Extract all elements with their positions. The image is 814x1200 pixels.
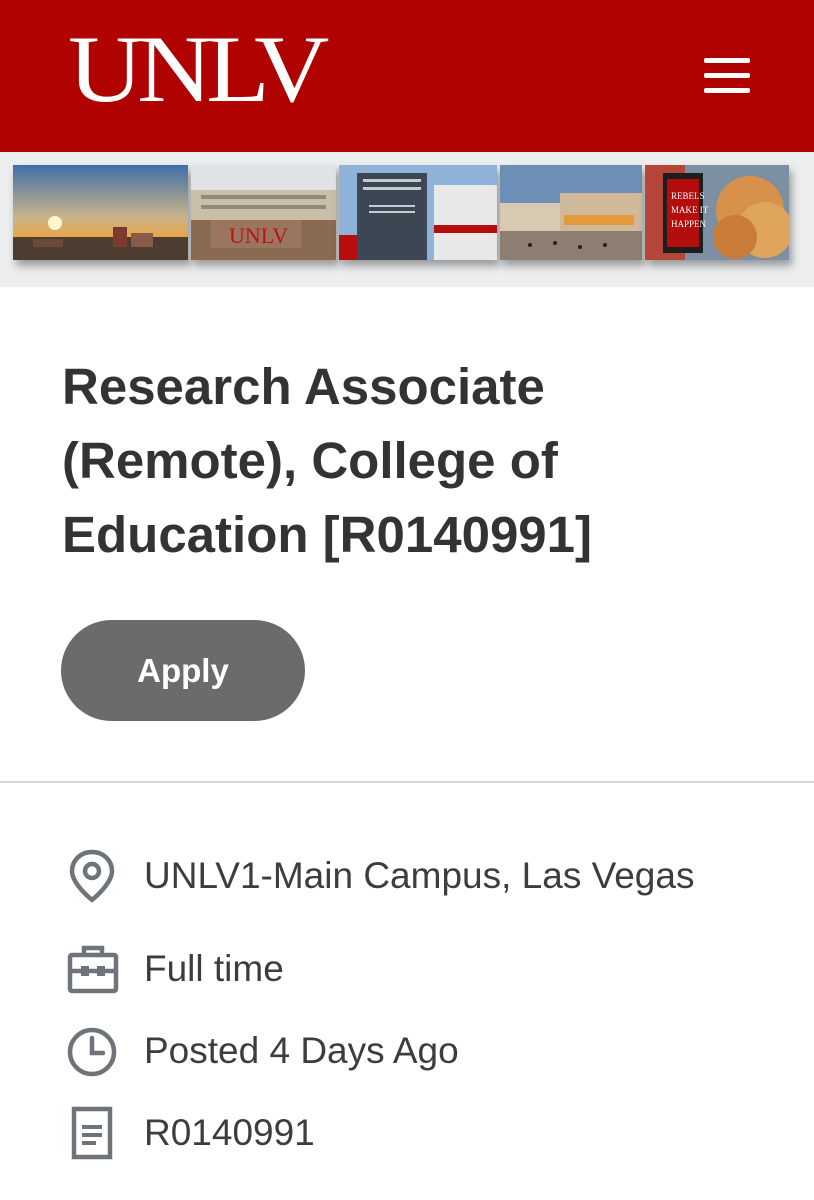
time-type-row: Full time [62, 939, 782, 999]
hamburger-menu-icon[interactable] [704, 56, 754, 96]
briefcase-icon [67, 945, 119, 994]
school-of-medicine-sign-photo [339, 165, 497, 260]
job-posting-page: UNLV UNLV REBELS MAKE IT HAPPEN Research… [0, 0, 814, 1200]
location-row: UNLV1-Main Campus, Las Vegas [62, 846, 782, 906]
svg-text:REBELS: REBELS [671, 191, 705, 201]
apply-button[interactable]: Apply [61, 620, 305, 721]
svg-text:HAPPEN: HAPPEN [671, 219, 707, 229]
job-id-text: R0140991 [144, 1112, 315, 1153]
job-id-row: R0140991 [62, 1103, 782, 1163]
unlv-logo[interactable]: UNLV [68, 22, 329, 118]
document-icon [71, 1106, 113, 1160]
section-divider [0, 781, 814, 783]
site-header: UNLV [0, 0, 814, 152]
posted-row: Posted 4 Days Ago [62, 1021, 782, 1081]
time-type-text: Full time [144, 948, 284, 989]
student-plaza-photo [500, 165, 642, 260]
unlv-sign-building-photo: UNLV [191, 165, 336, 260]
posted-text: Posted 4 Days Ago [144, 1030, 459, 1071]
campus-photo-banner: UNLV REBELS MAKE IT HAPPEN [0, 152, 814, 287]
svg-text:MAKE IT: MAKE IT [671, 205, 709, 215]
campus-sunset-photo [13, 165, 188, 260]
location-text: UNLV1-Main Campus, Las Vegas [144, 855, 695, 896]
rebels-make-it-happen-banner-photo: REBELS MAKE IT HAPPEN [645, 165, 789, 260]
clock-icon [67, 1027, 117, 1077]
job-title: Research Associate (Remote), College of … [62, 358, 593, 563]
location-pin-icon [69, 849, 115, 903]
svg-text:UNLV: UNLV [229, 223, 288, 248]
